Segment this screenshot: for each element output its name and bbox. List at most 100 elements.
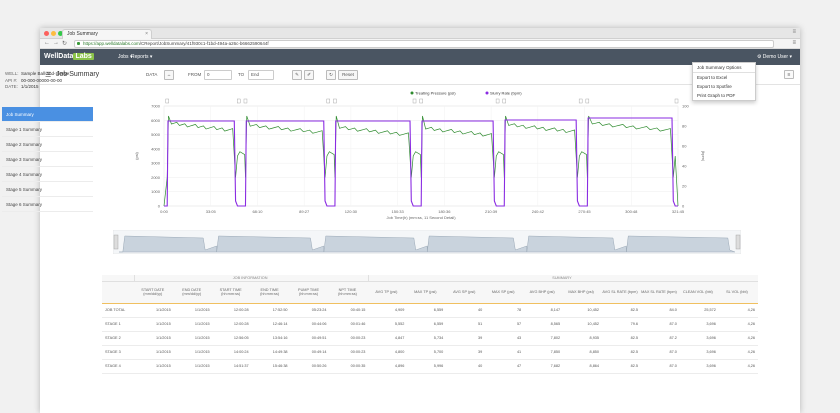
table-cell: 5,734 xyxy=(407,331,447,346)
table-cell: 10,452 xyxy=(563,317,603,332)
table-cell: 87.0 xyxy=(640,317,680,332)
sidebar-item-stage-3[interactable]: Stage 3 Summary xyxy=(2,152,93,167)
export-spotfire-item[interactable]: Export to Spotfire xyxy=(693,82,755,91)
column-header[interactable] xyxy=(102,281,135,304)
table-cell: 82.5 xyxy=(602,303,641,318)
legend-label[interactable]: Slurry Rate (bpm) xyxy=(490,91,522,96)
sidebar-item-job-summary[interactable]: Job Summary xyxy=(2,107,93,122)
table-cell: 00:44:06 xyxy=(290,317,330,332)
column-header[interactable]: END TIME (hh:mm:ss) xyxy=(251,281,291,304)
options-menu-button[interactable]: ≡ xyxy=(784,70,794,79)
export-excel-item[interactable]: Export to Excel xyxy=(693,73,755,82)
table-cell: 15:46:38 xyxy=(251,359,291,374)
reload-icon[interactable]: ↻ xyxy=(62,40,67,47)
to-input[interactable]: End xyxy=(248,70,274,80)
sidebar-item-stage-6[interactable]: Stage 6 Summary xyxy=(2,197,93,212)
table-cell: 00:49:14 xyxy=(290,345,330,360)
nav-reports[interactable]: Reports ▾ xyxy=(131,54,152,60)
table-row[interactable]: JOB TOTAL 1/1/2015 1/1/2015 12:00:28 17:52:5… xyxy=(102,303,758,318)
stage-flag-icon[interactable] xyxy=(578,98,583,104)
x-tick-label: 240:42 xyxy=(532,209,545,214)
x-tick-label: 321:45 xyxy=(672,209,685,214)
time-series-chart[interactable]: 0 1000 2000 3000 4000 5000 6000 7000 0 20 40 60 80 10… xyxy=(100,84,748,234)
sidebar-item-stage-1[interactable]: Stage 1 Summary xyxy=(2,122,93,137)
table-cell: 4,800 xyxy=(368,345,408,360)
y-right-tick-label: 0 xyxy=(682,204,685,209)
table-cell: 1/1/2015 xyxy=(173,303,213,318)
stage-flag-icon[interactable] xyxy=(326,98,330,104)
column-header[interactable]: PUMP TIME (hh:mm:ss) xyxy=(290,281,330,304)
forward-icon[interactable]: → xyxy=(53,40,59,46)
tab-close-icon[interactable]: × xyxy=(145,30,148,39)
legend-label[interactable]: Treating Pressure (psi) xyxy=(415,91,456,96)
refresh-icon[interactable]: ↻ xyxy=(326,70,336,80)
browser-menu-icon[interactable]: ≡ xyxy=(792,40,796,46)
y-left-tick-label: 4000 xyxy=(151,146,161,151)
table-row[interactable]: STAGE 1 1/1/2015 1/1/2015 12:00:28 12:46:14 0… xyxy=(102,317,758,332)
navigator-left-handle[interactable] xyxy=(113,234,119,250)
column-header[interactable]: SL VOL (bbl) xyxy=(718,281,758,304)
range-navigator[interactable] xyxy=(113,230,741,254)
stage-flag-icon[interactable] xyxy=(502,98,506,104)
y-left-tick-label: 1000 xyxy=(151,189,161,194)
table-cell: 3,696 xyxy=(679,345,719,360)
table-row[interactable]: STAGE 3 1/1/2015 1/1/2015 14:00:24 14:49:38 0… xyxy=(102,345,758,360)
table-cell: 4,847 xyxy=(368,331,408,346)
sidebar-item-stage-4[interactable]: Stage 4 Summary xyxy=(2,167,93,182)
user-menu[interactable]: ⚙ Demo User ▾ xyxy=(757,54,792,60)
back-icon[interactable]: ← xyxy=(44,40,50,46)
column-header[interactable]: MAX TP (psi) xyxy=(407,281,447,304)
column-header[interactable]: AVG SL RATE (bpm) xyxy=(602,281,641,304)
zoom-out-icon[interactable]: ✐ xyxy=(304,70,314,80)
date-value: 1/1/2015 xyxy=(21,84,39,89)
column-header[interactable]: START TIME (hh:mm:ss) xyxy=(212,281,252,304)
stage-flag-icon[interactable] xyxy=(495,98,500,104)
user-profile-icon[interactable]: ≡ xyxy=(792,29,796,35)
table-cell: 3,696 xyxy=(679,359,719,374)
reset-button[interactable]: Reset xyxy=(338,70,358,80)
table-cell: 57 xyxy=(485,317,525,332)
app-header: WellData Labs Jobs ▾ Reports ▾ ⚙ Demo Use… xyxy=(40,49,800,65)
stage-flag-icon[interactable] xyxy=(419,98,423,104)
column-header[interactable]: AVG SP (psi) xyxy=(446,281,486,304)
browser-tab[interactable]: Job Summary × xyxy=(62,29,152,39)
stage-flag-icon[interactable] xyxy=(237,98,241,104)
well-value: Sample Ball-and-Sleeve xyxy=(21,71,70,76)
stage-flag-icon[interactable] xyxy=(333,98,337,104)
table-row[interactable]: STAGE 2 1/1/2015 1/1/2015 12:56:05 13:54:16 0… xyxy=(102,331,758,346)
stage-flag-icon[interactable] xyxy=(412,98,417,104)
table-cell: 00:49:51 xyxy=(290,331,330,346)
sidebar: Job Summary Stage 1 Summary Stage 2 Summ… xyxy=(2,107,93,212)
column-header[interactable]: MAX SL RATE (bpm) xyxy=(640,281,680,304)
column-header[interactable]: NPT TIME (hh:mm:ss) xyxy=(329,281,369,304)
zoom-in-icon[interactable]: ✎ xyxy=(292,70,302,80)
data-toggle-button[interactable]: ↔ xyxy=(164,70,174,80)
stage-flag-icon[interactable] xyxy=(243,98,248,104)
print-pdf-item[interactable]: Print Graph to PDF xyxy=(693,91,755,100)
table-cell: 8,864 xyxy=(563,359,603,374)
sidebar-item-stage-5[interactable]: Stage 5 Summary xyxy=(2,182,93,197)
table-row[interactable]: STAGE 4 1/1/2015 1/1/2015 14:51:37 15:46:38 0… xyxy=(102,359,758,374)
column-header[interactable]: MAX SP (psi) xyxy=(485,281,525,304)
logo[interactable]: WellData Labs xyxy=(44,52,94,62)
from-input[interactable]: 0 xyxy=(204,70,232,80)
x-tick-label: 68:10 xyxy=(252,209,263,214)
column-header[interactable]: END DATE (mm/dd/yy) xyxy=(173,281,213,304)
table-cell: 3,696 xyxy=(679,317,719,332)
minimize-window-icon[interactable] xyxy=(51,31,56,36)
column-header[interactable]: AVG TP (psi) xyxy=(368,281,408,304)
close-window-icon[interactable] xyxy=(44,31,49,36)
stage-flag-icon[interactable] xyxy=(165,98,169,104)
y-left-tick-label: 0 xyxy=(158,204,161,209)
stage-flag-icon[interactable] xyxy=(674,98,679,104)
column-header[interactable]: MAX BHP (psi) xyxy=(563,281,603,304)
column-header[interactable]: CLEAN VOL (bbl) xyxy=(679,281,719,304)
address-bar[interactable]: https://app.welldatalabs.com/CReport/Job… xyxy=(74,40,774,48)
stage-flag-icon[interactable] xyxy=(585,98,590,104)
navigator-right-handle[interactable] xyxy=(735,234,741,250)
column-header[interactable]: AVG BHP (psi) xyxy=(524,281,564,304)
column-header[interactable]: START DATE (mm/dd/yy) xyxy=(134,281,174,304)
x-tick-label: 120:30 xyxy=(345,209,358,214)
table-cell: 8,565 xyxy=(524,317,564,332)
sidebar-item-stage-2[interactable]: Stage 2 Summary xyxy=(2,137,93,152)
